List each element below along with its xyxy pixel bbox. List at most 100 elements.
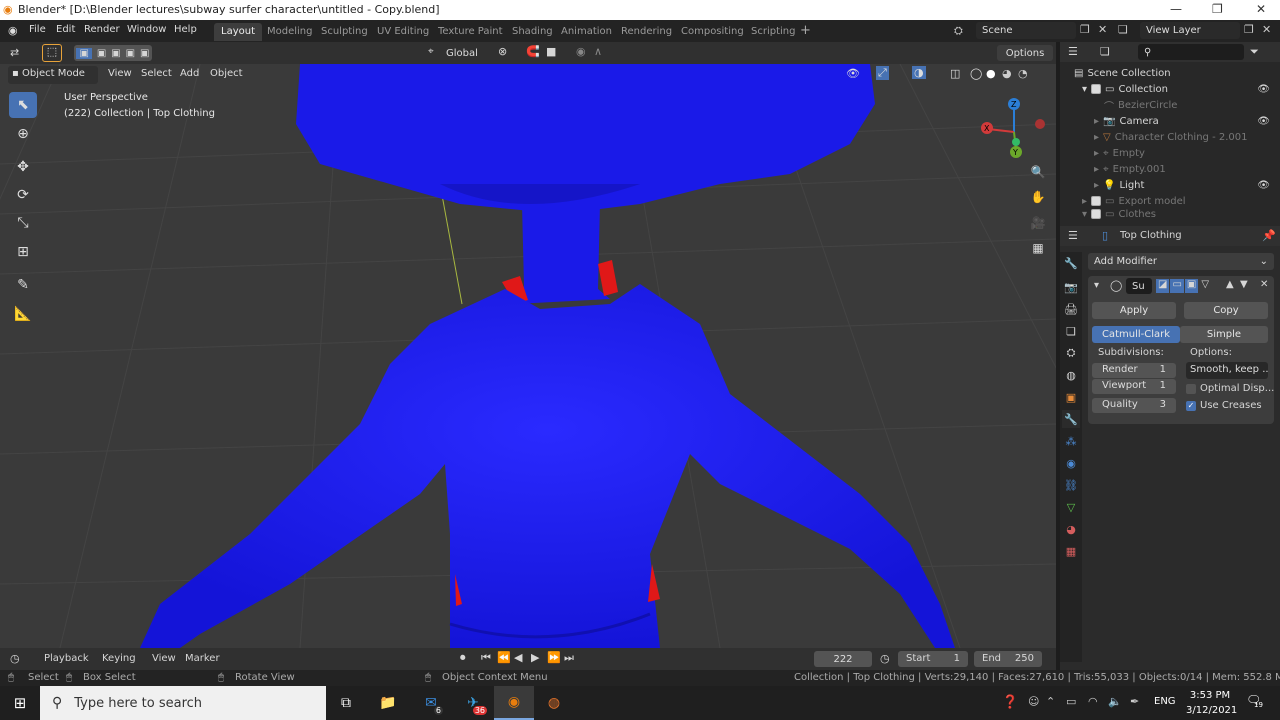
quality-field[interactable]: Quality 3 <box>1092 398 1176 413</box>
play-reverse-icon[interactable]: ◀ <box>514 651 522 664</box>
tab-animation[interactable]: Animation <box>554 23 619 41</box>
jump-end-icon[interactable]: ⏭ <box>564 651 574 665</box>
pen-icon[interactable]: ✒ <box>1130 695 1139 708</box>
rotate-tool[interactable]: ⟳ <box>9 182 37 208</box>
volume-icon[interactable]: 🔈 <box>1108 695 1122 708</box>
menu-render[interactable]: Render <box>84 24 120 35</box>
preview-range-icon[interactable]: ◷ <box>880 652 890 665</box>
taskbar-search-box[interactable]: ⚲ Type here to search <box>40 686 326 720</box>
view-layer-tab-icon[interactable]: ❏ <box>1062 322 1080 340</box>
tab-modeling[interactable]: Modeling <box>260 23 320 41</box>
outliner-editor-icon[interactable]: ☰ <box>1068 45 1078 58</box>
record-icon[interactable]: ⏺ <box>460 651 466 665</box>
current-frame-field[interactable]: 222 <box>814 651 872 667</box>
overlay-toggle-icon[interactable]: ◑ <box>912 66 926 79</box>
display-mode-icon[interactable]: ❏ <box>1100 45 1110 58</box>
neg-y-axis-handle[interactable] <box>1012 138 1020 146</box>
cage-toggle-icon[interactable]: ▽ <box>1199 279 1211 293</box>
wifi-icon[interactable]: ◠ <box>1088 695 1098 708</box>
outliner-row-character-clothing[interactable]: ▸ ▽ Character Clothing - 2.001 <box>1074 129 1274 145</box>
notifications-button[interactable]: 🗨 19 <box>1246 693 1263 709</box>
expand-arrow-icon[interactable]: ▸ <box>1094 116 1099 127</box>
intersect-selection-icon[interactable]: ▣ <box>140 48 149 59</box>
move-tool[interactable]: ✥ <box>9 154 37 180</box>
outliner-row-light[interactable]: ▸ 💡 Light 👁 <box>1074 177 1274 193</box>
tab-sculpting[interactable]: Sculpting <box>314 23 375 41</box>
mail-button[interactable]: ✉ 6 <box>419 691 443 715</box>
timeline-menu-view[interactable]: View <box>152 653 176 664</box>
menu-file[interactable]: File <box>29 24 46 35</box>
timeline-menu-keying[interactable]: Keying <box>102 653 136 664</box>
ortho-toggle-button[interactable]: ▦ <box>1027 237 1049 259</box>
xray-icon[interactable]: ◫ <box>950 67 960 80</box>
optimal-display-checkbox[interactable]: Optimal Disp... <box>1186 383 1274 394</box>
add-workspace-icon[interactable]: + <box>800 23 811 38</box>
minimize-icon[interactable]: — <box>1170 2 1182 16</box>
select-box-tool[interactable]: ⬉ <box>9 92 37 118</box>
play-icon[interactable]: ▶ <box>531 651 539 664</box>
catmull-clark-button[interactable]: Catmull-Clark <box>1092 326 1180 343</box>
file-explorer-button[interactable]: 📁 <box>376 691 400 715</box>
remove-modifier-icon[interactable]: ✕ <box>1260 279 1268 290</box>
properties-editor-icon[interactable]: ☰ <box>1068 229 1078 242</box>
maximize-icon[interactable]: ❐ <box>1212 2 1223 16</box>
pan-button[interactable]: ✋ <box>1027 186 1049 208</box>
gizmo-toggle-icon[interactable]: ⤢ <box>876 66 889 80</box>
apply-button[interactable]: Apply <box>1092 302 1176 319</box>
expand-arrow-icon[interactable]: ▸ <box>1094 180 1099 191</box>
tab-compositing[interactable]: Compositing <box>674 23 751 41</box>
expand-arrow-icon[interactable]: ▸ <box>1094 148 1099 159</box>
exclude-checkbox[interactable] <box>1091 196 1102 206</box>
modifier-tab-icon[interactable]: 🔧 <box>1062 410 1080 428</box>
edit-mode-toggle-icon[interactable]: ◪ <box>1156 279 1170 293</box>
outliner-row-camera[interactable]: ▸ 📷 Camera 👁 <box>1074 113 1274 129</box>
creases-checkbox-box[interactable]: ✓ <box>1186 400 1196 411</box>
timeline-editor-icon[interactable]: ◷ <box>10 652 20 665</box>
particles-tab-icon[interactable]: ⁂ <box>1062 432 1080 450</box>
delete-view-layer-icon[interactable]: ✕ <box>1262 23 1271 36</box>
render-toggle-icon[interactable]: ▣ <box>1184 279 1199 293</box>
neg-x-axis-handle[interactable] <box>1035 119 1045 129</box>
move-up-icon[interactable]: ▲ <box>1226 279 1234 290</box>
viewport-menu-view[interactable]: View <box>108 68 132 79</box>
new-selection-icon[interactable]: ▣ <box>76 47 92 59</box>
eye-icon[interactable]: 👁 <box>1257 116 1270 127</box>
timeline-menu-marker[interactable]: Marker <box>185 653 220 664</box>
tab-shading[interactable]: Shading <box>505 23 560 41</box>
expand-arrow-icon[interactable]: ▾ <box>1082 209 1087 219</box>
help-icon[interactable]: ❓ <box>1002 695 1018 710</box>
tab-uv-editing[interactable]: UV Editing <box>370 23 436 41</box>
render-tab-icon[interactable]: 📷 <box>1062 278 1080 296</box>
physics-tab-icon[interactable]: ◉ <box>1062 454 1080 472</box>
cursor-tool[interactable]: ⊕ <box>9 121 37 147</box>
annotate-tool[interactable]: ✎ <box>9 272 37 298</box>
next-keyframe-icon[interactable]: ⏩ <box>547 651 561 664</box>
filter-icon[interactable]: ⏷ <box>1250 45 1259 59</box>
prev-keyframe-icon[interactable]: ⏪ <box>497 651 511 664</box>
blender-menu-icon[interactable]: ◉ <box>8 24 18 37</box>
subtract-selection-icon[interactable]: ▣ <box>111 48 120 59</box>
start-button[interactable]: ⊞ <box>0 686 40 720</box>
expand-arrow-icon[interactable]: ▾ <box>1082 84 1087 95</box>
editor-type-icon[interactable]: ⇄ <box>10 46 19 59</box>
snap-icon[interactable]: 🧲 <box>526 45 540 58</box>
outliner-row-empty-001[interactable]: ▸ ⌖ Empty.001 <box>1074 161 1274 177</box>
selection-mode-group[interactable]: ▣ ▣ ▣ ▣ ▣ <box>74 45 152 61</box>
new-scene-icon[interactable]: ❐ <box>1080 23 1090 36</box>
eye-icon[interactable]: 👁 <box>1257 84 1270 95</box>
show-hidden-icons-icon[interactable]: ⌃ <box>1046 695 1055 708</box>
tab-layout[interactable]: Layout <box>214 23 262 41</box>
camera-view-button[interactable]: 🎥 <box>1027 212 1049 234</box>
menu-help[interactable]: Help <box>174 24 197 35</box>
viewport-menu-select[interactable]: Select <box>141 68 172 79</box>
tab-texture-paint[interactable]: Texture Paint <box>431 23 510 41</box>
tool-tab-icon[interactable]: 🔧 <box>1062 254 1080 272</box>
transform-tool[interactable]: ⊞ <box>9 239 37 265</box>
expand-arrow-icon[interactable]: ▸ <box>1094 164 1099 175</box>
firefox-button[interactable]: ◍ <box>542 691 566 715</box>
telegram-button[interactable]: ✈ 36 <box>461 691 487 715</box>
tab-scripting[interactable]: Scripting <box>744 23 802 41</box>
select-tool-icon[interactable]: ⬚ <box>42 44 62 62</box>
tab-rendering[interactable]: Rendering <box>614 23 679 41</box>
uv-smooth-dropdown[interactable]: Smooth, keep ... <box>1186 362 1268 379</box>
